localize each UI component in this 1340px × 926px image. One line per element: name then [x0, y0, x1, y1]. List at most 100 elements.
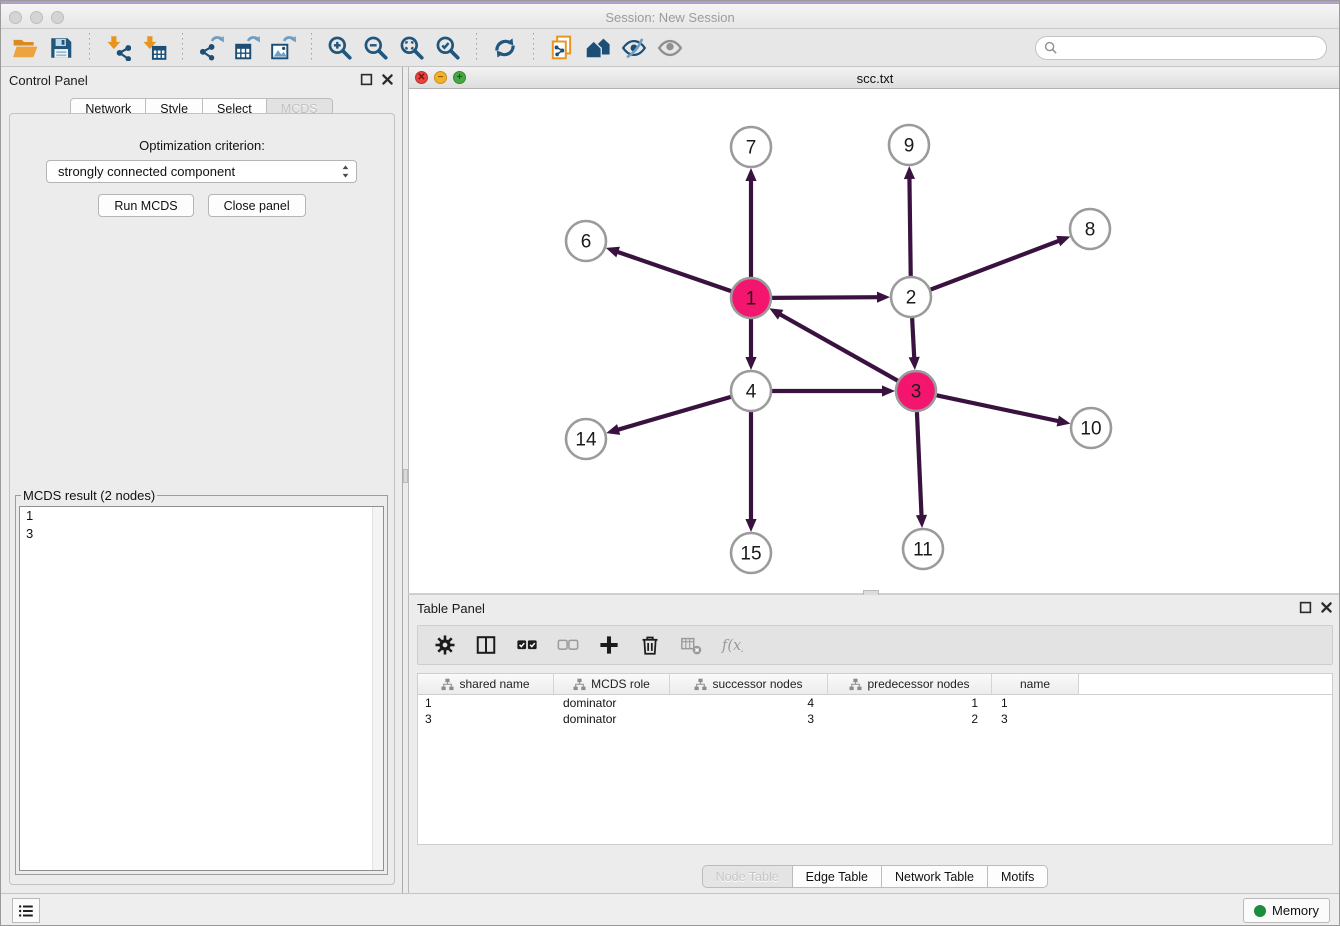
export-table-icon[interactable] — [229, 32, 265, 64]
status-bar: Memory — [1, 893, 1339, 925]
graph-node-2[interactable]: 2 — [891, 277, 931, 317]
table-row[interactable]: 1dominator411 — [418, 695, 1332, 711]
save-icon[interactable] — [43, 32, 79, 64]
column-header-filler — [1079, 674, 1332, 694]
memory-status-dot — [1254, 905, 1266, 917]
criterion-dropdown[interactable]: strongly connected component — [46, 160, 357, 183]
duplicate-network-icon[interactable] — [544, 32, 580, 64]
table-cell[interactable]: dominator — [554, 711, 670, 727]
graph-edge-3-1[interactable] — [769, 308, 897, 380]
mcds-result-list[interactable]: 13 — [19, 506, 384, 871]
table-cell[interactable]: dominator — [554, 695, 670, 711]
add-icon[interactable] — [596, 632, 622, 658]
toolbar-separator — [89, 33, 90, 63]
graph-edge-1-6[interactable] — [606, 247, 731, 291]
table-cell[interactable]: 3 — [418, 711, 554, 727]
table-cell[interactable]: 2 — [828, 711, 992, 727]
close-panel-icon[interactable] — [381, 73, 394, 86]
graph-edge-4-15[interactable] — [745, 412, 756, 532]
column-header-shared-name[interactable]: shared name — [418, 674, 554, 694]
run-mcds-button[interactable]: Run MCDS — [98, 194, 193, 217]
network-canvas[interactable]: 7 9 6 8 1 2 4 3 14 10 15 11 — [409, 89, 1340, 593]
scrollbar-track[interactable] — [372, 507, 383, 870]
column-header-predecessor-nodes[interactable]: predecessor nodes — [828, 674, 992, 694]
zoom-in-icon[interactable] — [322, 32, 358, 64]
close-panel-icon[interactable] — [1320, 601, 1333, 614]
graph-edge-3-11[interactable] — [916, 412, 927, 528]
graph-edge-1-2[interactable] — [772, 292, 890, 303]
graph-node-6[interactable]: 6 — [566, 221, 606, 261]
export-network-icon[interactable] — [193, 32, 229, 64]
graph-edge-1-4[interactable] — [745, 319, 756, 370]
graph-node-3[interactable]: 3 — [896, 371, 936, 411]
svg-text:4: 4 — [746, 382, 757, 403]
table-cell[interactable]: 3 — [670, 711, 828, 727]
graph-node-7[interactable]: 7 — [731, 127, 771, 167]
tab-edge-table[interactable]: Edge Table — [792, 865, 881, 888]
zoom-out-icon[interactable] — [358, 32, 394, 64]
select-all-icon[interactable] — [514, 632, 540, 658]
open-icon[interactable] — [7, 32, 43, 64]
mcds-result-item[interactable]: 3 — [20, 525, 383, 543]
show-all-icon[interactable] — [652, 32, 688, 64]
search-input[interactable] — [1063, 38, 1318, 58]
delete-icon[interactable] — [637, 632, 663, 658]
main-area: Control Panel NetworkStyleSelectMCDS Opt… — [1, 67, 1340, 895]
first-neighbors-icon[interactable] — [580, 32, 616, 64]
search-box[interactable] — [1035, 36, 1327, 60]
tab-motifs[interactable]: Motifs — [987, 865, 1048, 888]
mcds-result-legend: MCDS result (2 nodes) — [21, 488, 157, 503]
graph-node-15[interactable]: 15 — [731, 533, 771, 573]
hide-selected-icon[interactable] — [616, 32, 652, 64]
column-chooser-icon[interactable] — [473, 632, 499, 658]
memory-button[interactable]: Memory — [1243, 898, 1330, 923]
column-header-successor-nodes[interactable]: successor nodes — [670, 674, 828, 694]
import-network-icon[interactable] — [100, 32, 136, 64]
network-window-title: scc.txt — [409, 71, 1340, 86]
main-toolbar — [1, 29, 1339, 67]
graph-node-11[interactable]: 11 — [903, 529, 943, 569]
table-panel: Table Panel f(x) shared nameMCDS rolesuc… — [408, 595, 1340, 895]
table-cell[interactable]: 1 — [992, 695, 1079, 711]
import-table-icon[interactable] — [136, 32, 172, 64]
node-table: shared nameMCDS rolesuccessor nodesprede… — [417, 673, 1333, 845]
graph-node-8[interactable]: 8 — [1070, 209, 1110, 249]
graph-node-14[interactable]: 14 — [566, 419, 606, 459]
graph-node-4[interactable]: 4 — [731, 371, 771, 411]
graph-edge-2-3[interactable] — [909, 318, 920, 370]
graph-edge-3-10[interactable] — [937, 395, 1071, 426]
refresh-icon[interactable] — [487, 32, 523, 64]
control-panel-title: Control Panel — [9, 73, 88, 88]
table-cell[interactable]: 1 — [828, 695, 992, 711]
graph-node-1[interactable]: 1 — [731, 278, 771, 318]
zoom-selected-icon[interactable] — [430, 32, 466, 64]
column-header-name[interactable]: name — [992, 674, 1079, 694]
table-cell[interactable]: 1 — [418, 695, 554, 711]
graph-node-10[interactable]: 10 — [1071, 408, 1111, 448]
gear-icon[interactable] — [432, 632, 458, 658]
float-panel-icon[interactable] — [360, 73, 373, 86]
deselect-all-icon[interactable] — [555, 632, 581, 658]
graph-edge-4-3[interactable] — [772, 385, 895, 396]
column-header-MCDS-role[interactable]: MCDS role — [554, 674, 670, 694]
tab-node-table[interactable]: Node Table — [702, 865, 792, 888]
graph-node-9[interactable]: 9 — [889, 125, 929, 165]
graph-edge-2-9[interactable] — [904, 166, 915, 276]
export-image-icon[interactable] — [265, 32, 301, 64]
svg-text:10: 10 — [1080, 419, 1101, 440]
table-header-row: shared nameMCDS rolesuccessor nodesprede… — [418, 674, 1332, 695]
graph-edge-4-14[interactable] — [606, 397, 731, 435]
graph-edge-1-7[interactable] — [745, 168, 756, 277]
close-panel-button[interactable]: Close panel — [208, 194, 306, 217]
table-cell[interactable]: 3 — [992, 711, 1079, 727]
task-history-button[interactable] — [12, 898, 40, 923]
toolbar-separator — [311, 33, 312, 63]
float-panel-icon[interactable] — [1299, 601, 1312, 614]
tab-network-table[interactable]: Network Table — [881, 865, 987, 888]
table-row[interactable]: 3dominator323 — [418, 711, 1332, 727]
graph-edge-2-8[interactable] — [931, 236, 1071, 290]
table-cell[interactable]: 4 — [670, 695, 828, 711]
network-view-window: ✕ − + scc.txt 7968124314101511 — [408, 67, 1340, 593]
mcds-result-item[interactable]: 1 — [20, 507, 383, 525]
zoom-fit-icon[interactable] — [394, 32, 430, 64]
